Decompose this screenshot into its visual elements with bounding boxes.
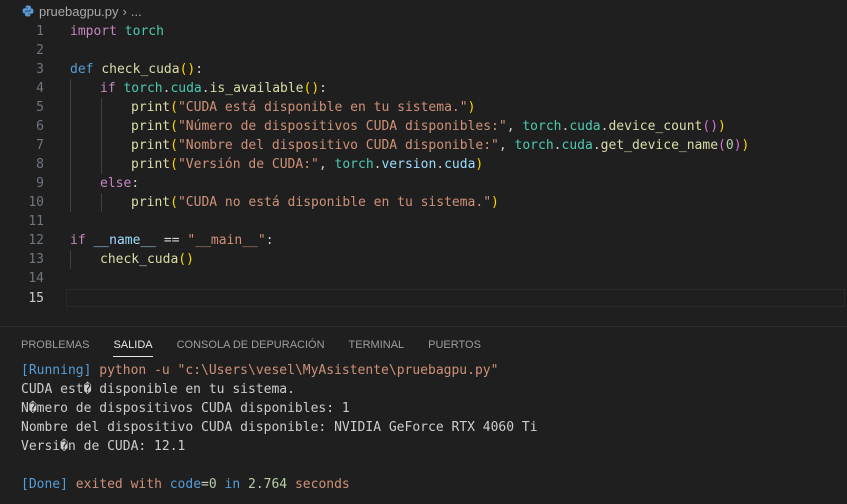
code-text: check_cuda() xyxy=(100,252,194,267)
code-line: 11 xyxy=(0,212,847,231)
tab-consola-depuracion[interactable]: CONSOLA DE DEPURACIÓN xyxy=(177,336,325,356)
output-done-line: [Done] exited with code=0 in 2.764 secon… xyxy=(21,477,350,492)
line-number: 12 xyxy=(28,233,44,248)
code-line: 7 print("Nombre del dispositivo CUDA dis… xyxy=(0,136,847,155)
output-line: CUDA est� disponible en tu sistema. xyxy=(21,382,295,397)
code-line: 9 else: xyxy=(0,174,847,193)
code-line: 2 xyxy=(0,41,847,60)
tab-salida[interactable]: SALIDA xyxy=(113,336,153,357)
breadcrumb: pruebagpu.py › ... xyxy=(0,0,847,22)
code-text: print("CUDA está disponible en tu sistem… xyxy=(131,100,476,115)
code-line: 13 check_cuda() xyxy=(0,250,847,269)
line-number: 4 xyxy=(36,81,44,96)
code-text: if __name__ == "__main__": xyxy=(70,233,274,248)
code-line: 1 import torch xyxy=(0,22,847,41)
breadcrumb-more[interactable]: ... xyxy=(131,4,142,19)
code-text: print("CUDA no está disponible en tu sis… xyxy=(131,195,499,210)
code-text: else: xyxy=(100,176,140,191)
line-number: 14 xyxy=(28,271,44,286)
output-line: N�mero de dispositivos CUDA disponibles:… xyxy=(21,401,350,416)
breadcrumb-file[interactable]: pruebagpu.py xyxy=(39,4,119,19)
code-line: 6 print("Número de dispositivos CUDA dis… xyxy=(0,117,847,136)
line-number: 1 xyxy=(36,24,44,39)
code-line: 10 print("CUDA no está disponible en tu … xyxy=(0,193,847,212)
line-number: 10 xyxy=(28,195,44,210)
code-text: print("Número de dispositivos CUDA dispo… xyxy=(131,119,726,134)
code-line: 14 xyxy=(0,269,847,288)
python-file-icon xyxy=(22,5,34,17)
panel-divider xyxy=(0,326,847,327)
code-line: 3 def check_cuda(): xyxy=(0,60,847,79)
code-line: 4 if torch.cuda.is_available(): xyxy=(0,79,847,98)
code-text: print("Versión de CUDA:", torch.version.… xyxy=(131,157,484,172)
line-number: 13 xyxy=(28,252,44,267)
code-text: if torch.cuda.is_available(): xyxy=(100,81,327,96)
output-line: Versi�n de CUDA: 12.1 xyxy=(21,439,186,454)
tab-terminal[interactable]: TERMINAL xyxy=(349,336,405,356)
line-number: 5 xyxy=(36,100,44,115)
code-text: def check_cuda(): xyxy=(70,62,204,77)
line-number: 3 xyxy=(36,62,44,77)
output-running-line: [Running] python -u "c:\Users\vesel\MyAs… xyxy=(21,363,499,378)
output-line: Nombre del dispositivo CUDA disponible: … xyxy=(21,420,538,435)
line-number-active: 15 xyxy=(28,291,44,306)
code-line: 15 xyxy=(0,289,847,308)
line-number: 6 xyxy=(36,119,44,134)
panel-tabs: PROBLEMAS SALIDA CONSOLA DE DEPURACIÓN T… xyxy=(0,336,484,357)
line-number: 7 xyxy=(36,138,44,153)
line-number: 8 xyxy=(36,157,44,172)
code-text: print("Nombre del dispositivo CUDA dispo… xyxy=(131,138,750,153)
tab-puertos[interactable]: PUERTOS xyxy=(428,336,481,356)
line-number: 2 xyxy=(36,43,44,58)
breadcrumb-separator: › xyxy=(122,3,127,19)
tab-problemas[interactable]: PROBLEMAS xyxy=(21,336,89,356)
line-number: 11 xyxy=(28,214,44,229)
code-line: 12 if __name__ == "__main__": xyxy=(0,231,847,250)
line-number: 9 xyxy=(36,176,44,191)
code-line: 5 print("CUDA está disponible en tu sist… xyxy=(0,98,847,117)
code-text: import torch xyxy=(70,24,164,39)
code-line: 8 print("Versión de CUDA:", torch.versio… xyxy=(0,155,847,174)
code-editor[interactable]: 1 import torch 2 3 def check_cuda(): 4 i… xyxy=(0,22,847,320)
